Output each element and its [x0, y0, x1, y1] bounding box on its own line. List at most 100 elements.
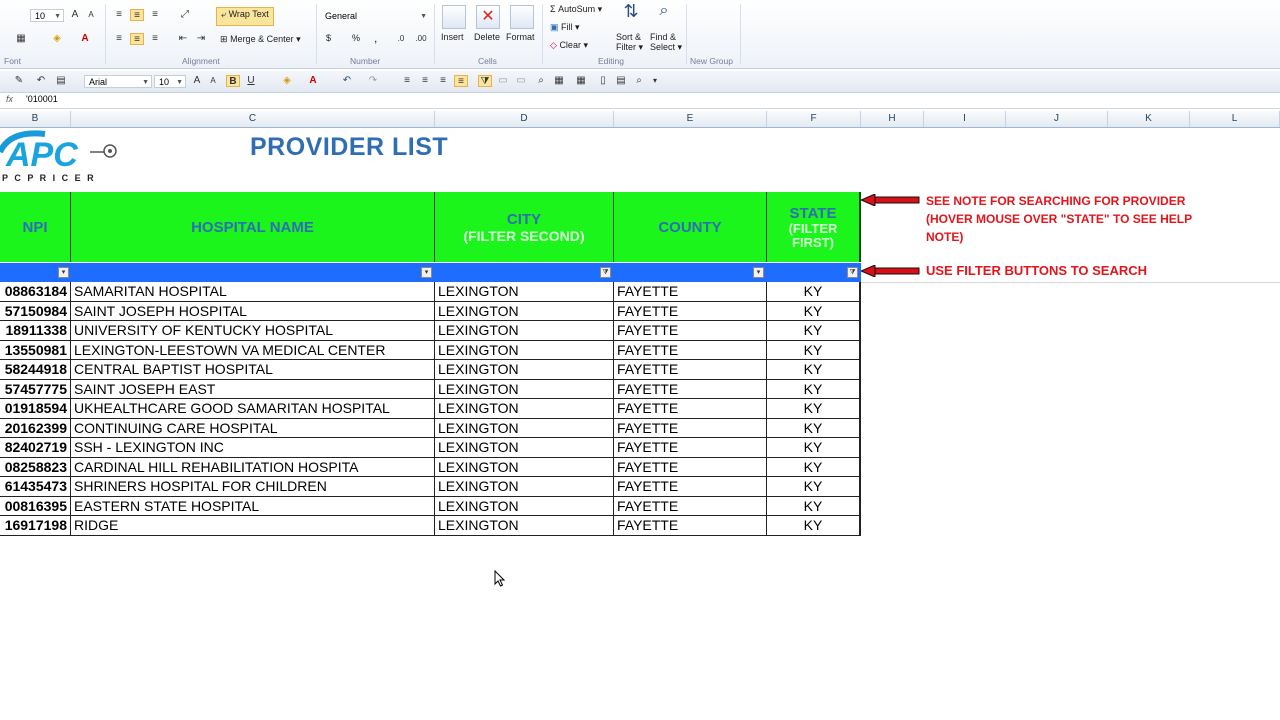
column-header-h[interactable]: H: [861, 111, 924, 127]
cell-city[interactable]: LEXINGTON: [435, 418, 614, 438]
comma-button[interactable]: ,: [374, 31, 377, 45]
cell-city[interactable]: LEXINGTON: [435, 340, 614, 360]
mini-fill-color-icon[interactable]: ◈: [280, 75, 294, 87]
cell-city[interactable]: LEXINGTON: [435, 360, 614, 380]
cell-city[interactable]: LEXINGTON: [435, 301, 614, 321]
align-middle-icon[interactable]: ≡: [130, 9, 144, 21]
column-header-d[interactable]: D: [435, 111, 614, 127]
merge-center-button[interactable]: ⊞ Merge & Center ▾: [220, 34, 301, 45]
align-bottom-icon[interactable]: ≡: [148, 9, 162, 21]
filter-button-hospital[interactable]: ▾: [421, 267, 432, 278]
clear-button[interactable]: ◇ Clear ▾: [550, 40, 588, 51]
sort-filter-icon[interactable]: ⇅: [620, 2, 642, 27]
mini-tool-icon-2[interactable]: ▭: [514, 75, 528, 87]
cell-county[interactable]: FAYETTE: [614, 457, 767, 477]
wrap-text-button[interactable]: ⤶ Wrap Text: [216, 7, 274, 26]
mini-table-icon[interactable]: ▦: [552, 75, 566, 87]
cell-city[interactable]: LEXINGTON: [435, 282, 614, 302]
mini-tool-icon-1[interactable]: ▭: [496, 75, 510, 87]
cell-state[interactable]: KY: [767, 496, 861, 516]
cell-state[interactable]: KY: [767, 321, 861, 341]
mini-borders-icon[interactable]: ▦: [574, 75, 588, 87]
cell-county[interactable]: FAYETTE: [614, 340, 767, 360]
sort-filter-button[interactable]: Filter ▾: [616, 42, 643, 53]
header-state[interactable]: STATE (FILTER FIRST): [767, 192, 861, 262]
column-header-k[interactable]: K: [1108, 111, 1190, 127]
cell-npi[interactable]: 58244918: [0, 360, 71, 380]
increase-decimal-icon[interactable]: .0: [394, 33, 408, 45]
cell-county[interactable]: FAYETTE: [614, 516, 767, 536]
mini-page-icon[interactable]: ▯: [596, 75, 610, 87]
cell-city[interactable]: LEXINGTON: [435, 477, 614, 497]
column-header-l[interactable]: L: [1190, 111, 1280, 127]
column-header-c[interactable]: C: [71, 111, 435, 127]
mini-find-icon[interactable]: ⌕: [632, 75, 646, 87]
cell-county[interactable]: FAYETTE: [614, 496, 767, 516]
header-county[interactable]: COUNTY: [614, 192, 767, 262]
cell-npi[interactable]: 01918594: [0, 399, 71, 419]
cell-npi[interactable]: 18911338: [0, 321, 71, 341]
sort-filter-label-1[interactable]: Sort &: [616, 32, 641, 42]
cell-city[interactable]: LEXINGTON: [435, 321, 614, 341]
undo-small-icon[interactable]: ↶: [34, 75, 48, 87]
delete-cells-icon[interactable]: ✕: [476, 5, 500, 29]
cell-hospital-name[interactable]: EASTERN STATE HOSPITAL: [71, 496, 435, 516]
cell-state[interactable]: KY: [767, 301, 861, 321]
format-painter-icon[interactable]: ✎: [12, 75, 26, 87]
percent-button[interactable]: %: [352, 33, 360, 43]
find-select-label-1[interactable]: Find &: [650, 32, 676, 42]
cell-state[interactable]: KY: [767, 418, 861, 438]
mini-font-color-icon[interactable]: A: [306, 75, 320, 87]
redo-icon[interactable]: ↷: [366, 75, 380, 87]
column-header-e[interactable]: E: [614, 111, 767, 127]
cell-city[interactable]: LEXINGTON: [435, 457, 614, 477]
cell-hospital-name[interactable]: RIDGE: [71, 516, 435, 536]
cell-state[interactable]: KY: [767, 438, 861, 458]
filter-button-city[interactable]: ⧩: [600, 267, 611, 278]
column-header-b[interactable]: B: [0, 111, 71, 127]
cell-hospital-name[interactable]: CENTRAL BAPTIST HOSPITAL: [71, 360, 435, 380]
cell-state[interactable]: KY: [767, 379, 861, 399]
delete-button[interactable]: Delete: [474, 32, 500, 42]
function-icon[interactable]: fx: [6, 94, 13, 104]
cell-state[interactable]: KY: [767, 399, 861, 419]
binoculars-icon[interactable]: ⌕: [652, 3, 676, 27]
bold-icon[interactable]: B: [226, 75, 240, 87]
customize-toolbar-icon[interactable]: ▾: [648, 75, 662, 87]
cell-city[interactable]: LEXINGTON: [435, 379, 614, 399]
mini-align-center-icon[interactable]: ≡: [418, 75, 432, 87]
mini-zoom-icon[interactable]: ⌕: [534, 75, 548, 87]
cell-state[interactable]: KY: [767, 457, 861, 477]
decrease-decimal-icon[interactable]: .00: [414, 33, 428, 45]
align-center-icon[interactable]: ≡: [130, 33, 144, 45]
undo-icon[interactable]: ↶: [340, 75, 354, 87]
grow-font-icon[interactable]: A: [68, 9, 82, 21]
cell-npi[interactable]: 57150984: [0, 301, 71, 321]
cell-hospital-name[interactable]: SAINT JOSEPH EAST: [71, 379, 435, 399]
increase-indent-icon[interactable]: ⇥: [194, 33, 208, 45]
cell-hospital-name[interactable]: UKHEALTHCARE GOOD SAMARITAN HOSPITAL: [71, 399, 435, 419]
mini-print-icon[interactable]: ▤: [614, 75, 628, 87]
header-city[interactable]: CITY (FILTER SECOND): [435, 192, 614, 262]
format-cells-icon[interactable]: [510, 5, 534, 29]
cell-npi[interactable]: 00816395: [0, 496, 71, 516]
align-top-icon[interactable]: ≡: [112, 9, 126, 21]
font-color-icon[interactable]: A: [78, 33, 92, 45]
filter-button-county[interactable]: ▾: [753, 267, 764, 278]
cell-state[interactable]: KY: [767, 282, 861, 302]
cell-npi[interactable]: 61435473: [0, 477, 71, 497]
cell-hospital-name[interactable]: SAMARITAN HOSPITAL: [71, 282, 435, 302]
number-format-select[interactable]: General ▼: [320, 9, 430, 22]
mini-shrink-font-icon[interactable]: A: [206, 75, 220, 87]
cell-city[interactable]: LEXINGTON: [435, 496, 614, 516]
paste-icon[interactable]: ▤: [54, 75, 68, 87]
cell-state[interactable]: KY: [767, 516, 861, 536]
cell-state[interactable]: KY: [767, 360, 861, 380]
column-header-f[interactable]: F: [767, 111, 861, 127]
cell-npi[interactable]: 08863184: [0, 282, 71, 302]
autosum-button[interactable]: Σ AutoSum ▾: [550, 4, 602, 15]
currency-button[interactable]: $: [326, 33, 331, 43]
cell-city[interactable]: LEXINGTON: [435, 516, 614, 536]
cell-hospital-name[interactable]: SSH - LEXINGTON INC: [71, 438, 435, 458]
cell-county[interactable]: FAYETTE: [614, 438, 767, 458]
